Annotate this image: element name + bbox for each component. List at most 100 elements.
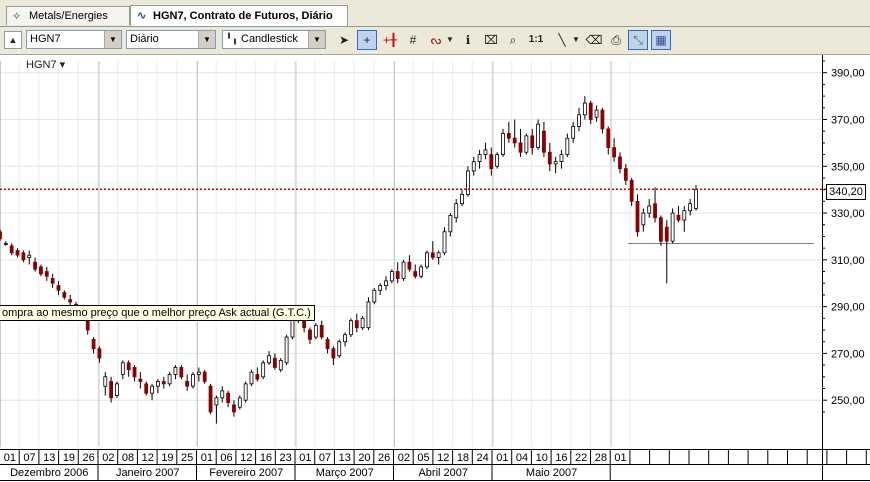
chevron-down-icon[interactable]: ▼ [444,30,456,50]
line-draw-icon[interactable]: ╲ [552,30,572,50]
y-tick-label: 250,00 [831,395,865,407]
candle-body [319,324,324,338]
pointer-tool-icon[interactable]: ➤ [334,30,354,50]
candle-body [378,285,383,291]
candle-body [612,147,617,158]
x-month-label: Janeiro 2007 [116,467,180,479]
candle-body [600,109,605,130]
candle-body [337,341,342,357]
eraser-icon[interactable]: ⌫ [584,30,604,50]
candle-body [436,252,441,258]
candle-body [542,130,546,153]
x-day-label: 10 [536,452,548,464]
add-order-icon[interactable]: +╂ [380,30,400,50]
x-day-label: 08 [122,452,134,464]
print-icon[interactable]: ⎙ [606,30,626,50]
x-day-label: 13 [339,452,351,464]
candle-body [196,371,201,375]
x-day-label: 23 [280,452,292,464]
x-day-label: 01 [614,452,626,464]
candle-body [97,348,102,359]
candle-body [39,266,43,275]
candle-body [454,203,459,219]
x-day-label: 12 [142,452,154,464]
period-select[interactable]: Diário ▼ [126,30,216,49]
chart-style-select[interactable]: ╹╻ Candlestick ▼ [222,30,326,49]
x-day-label: 26 [83,452,95,464]
candle-body [659,217,663,242]
chart-symbol-label[interactable]: HGN7 ▾ [26,58,65,71]
candle-body [653,203,657,219]
x-day-label: 28 [595,452,607,464]
candle-body [179,367,184,378]
candle-body [460,193,464,205]
info-icon[interactable]: ℹ [458,30,478,50]
candle-body [27,254,32,258]
grid-icon[interactable]: # [403,30,423,50]
candle-body [156,381,160,387]
candle-body [512,137,517,144]
symbol-select[interactable]: HGN7 ▼ [26,30,122,49]
candle-body [629,179,634,202]
candle-body [243,383,248,401]
candle-body [582,102,587,116]
candle-body [120,362,125,375]
tab-metals-energies[interactable]: ⟡ Metals/Energies [6,6,130,25]
candle-body [126,362,131,371]
candle-body [261,362,266,378]
tab-bar: ⟡ Metals/Energies ∿ HGN7, Contrato de Fu… [0,0,870,27]
candlestick-chart[interactable]: 390,00 370,00 350,00 330,00 310,00 290,00 270,… [0,55,870,482]
candle-body [430,252,435,258]
candle-body [161,381,166,385]
candle-body [384,280,388,286]
chevron-down-icon[interactable]: ▼ [570,30,582,50]
candle-body [524,135,529,153]
candle-body [647,205,652,214]
candle-body [249,371,254,385]
x-month-label: Março 2007 [316,467,374,479]
x-month-label: Maio 2007 [526,467,577,479]
candle-body [419,266,424,277]
candle-body [302,320,307,329]
period-value: Diário [130,33,159,45]
candle-body [331,348,336,359]
tab-hgn7-chart[interactable]: ∿ HGN7, Contrato de Futuros, Diário [130,5,348,26]
current-price-label: 340,20 [826,184,866,200]
candlestick-icon: ╹╻ [226,34,239,45]
candle-body [577,114,581,127]
x-month-label: Dezembro 2006 [10,467,88,479]
candle-body [553,161,558,165]
trade-arrows-icon[interactable]: ⤡ [628,30,648,50]
chevron-down-icon: ▼ [198,31,215,48]
symbol-link-icon[interactable]: ▲ [4,31,22,49]
candle-body [395,271,400,279]
candle-body [167,374,172,385]
candle-body [401,261,406,279]
link-grid-icon[interactable]: ▦ [651,30,671,50]
candle-body [325,338,330,350]
data-box-icon[interactable]: ⌧ [481,30,501,50]
candle-body [191,374,195,387]
x-day-label: 12 [437,452,449,464]
candle-body [518,142,523,153]
candle-body [565,137,570,155]
candle-body [138,378,143,382]
candle-body [115,383,119,396]
x-day-label: 01 [299,452,311,464]
candle-body [594,109,599,118]
candle-body [670,212,675,242]
zoom-reset-button[interactable]: 1:1 [526,30,546,50]
crosshair-tool-icon[interactable]: + [357,30,377,50]
price-chart[interactable]: 390,00 370,00 350,00 330,00 310,00 290,00 270,… [0,55,870,482]
candle-body [618,156,622,170]
tab-label: Metals/Energies [29,10,108,22]
candle-body [448,214,453,233]
metals-tab-icon: ⟡ [13,10,21,22]
indicator-icon[interactable]: ᔓ [426,30,446,50]
candle-body [202,371,207,382]
candle-body [506,133,511,139]
candle-body [354,320,359,329]
zoom-icon[interactable]: ⌕ [503,30,523,50]
chevron-down-icon: ▼ [104,31,121,48]
candle-body [237,397,242,408]
